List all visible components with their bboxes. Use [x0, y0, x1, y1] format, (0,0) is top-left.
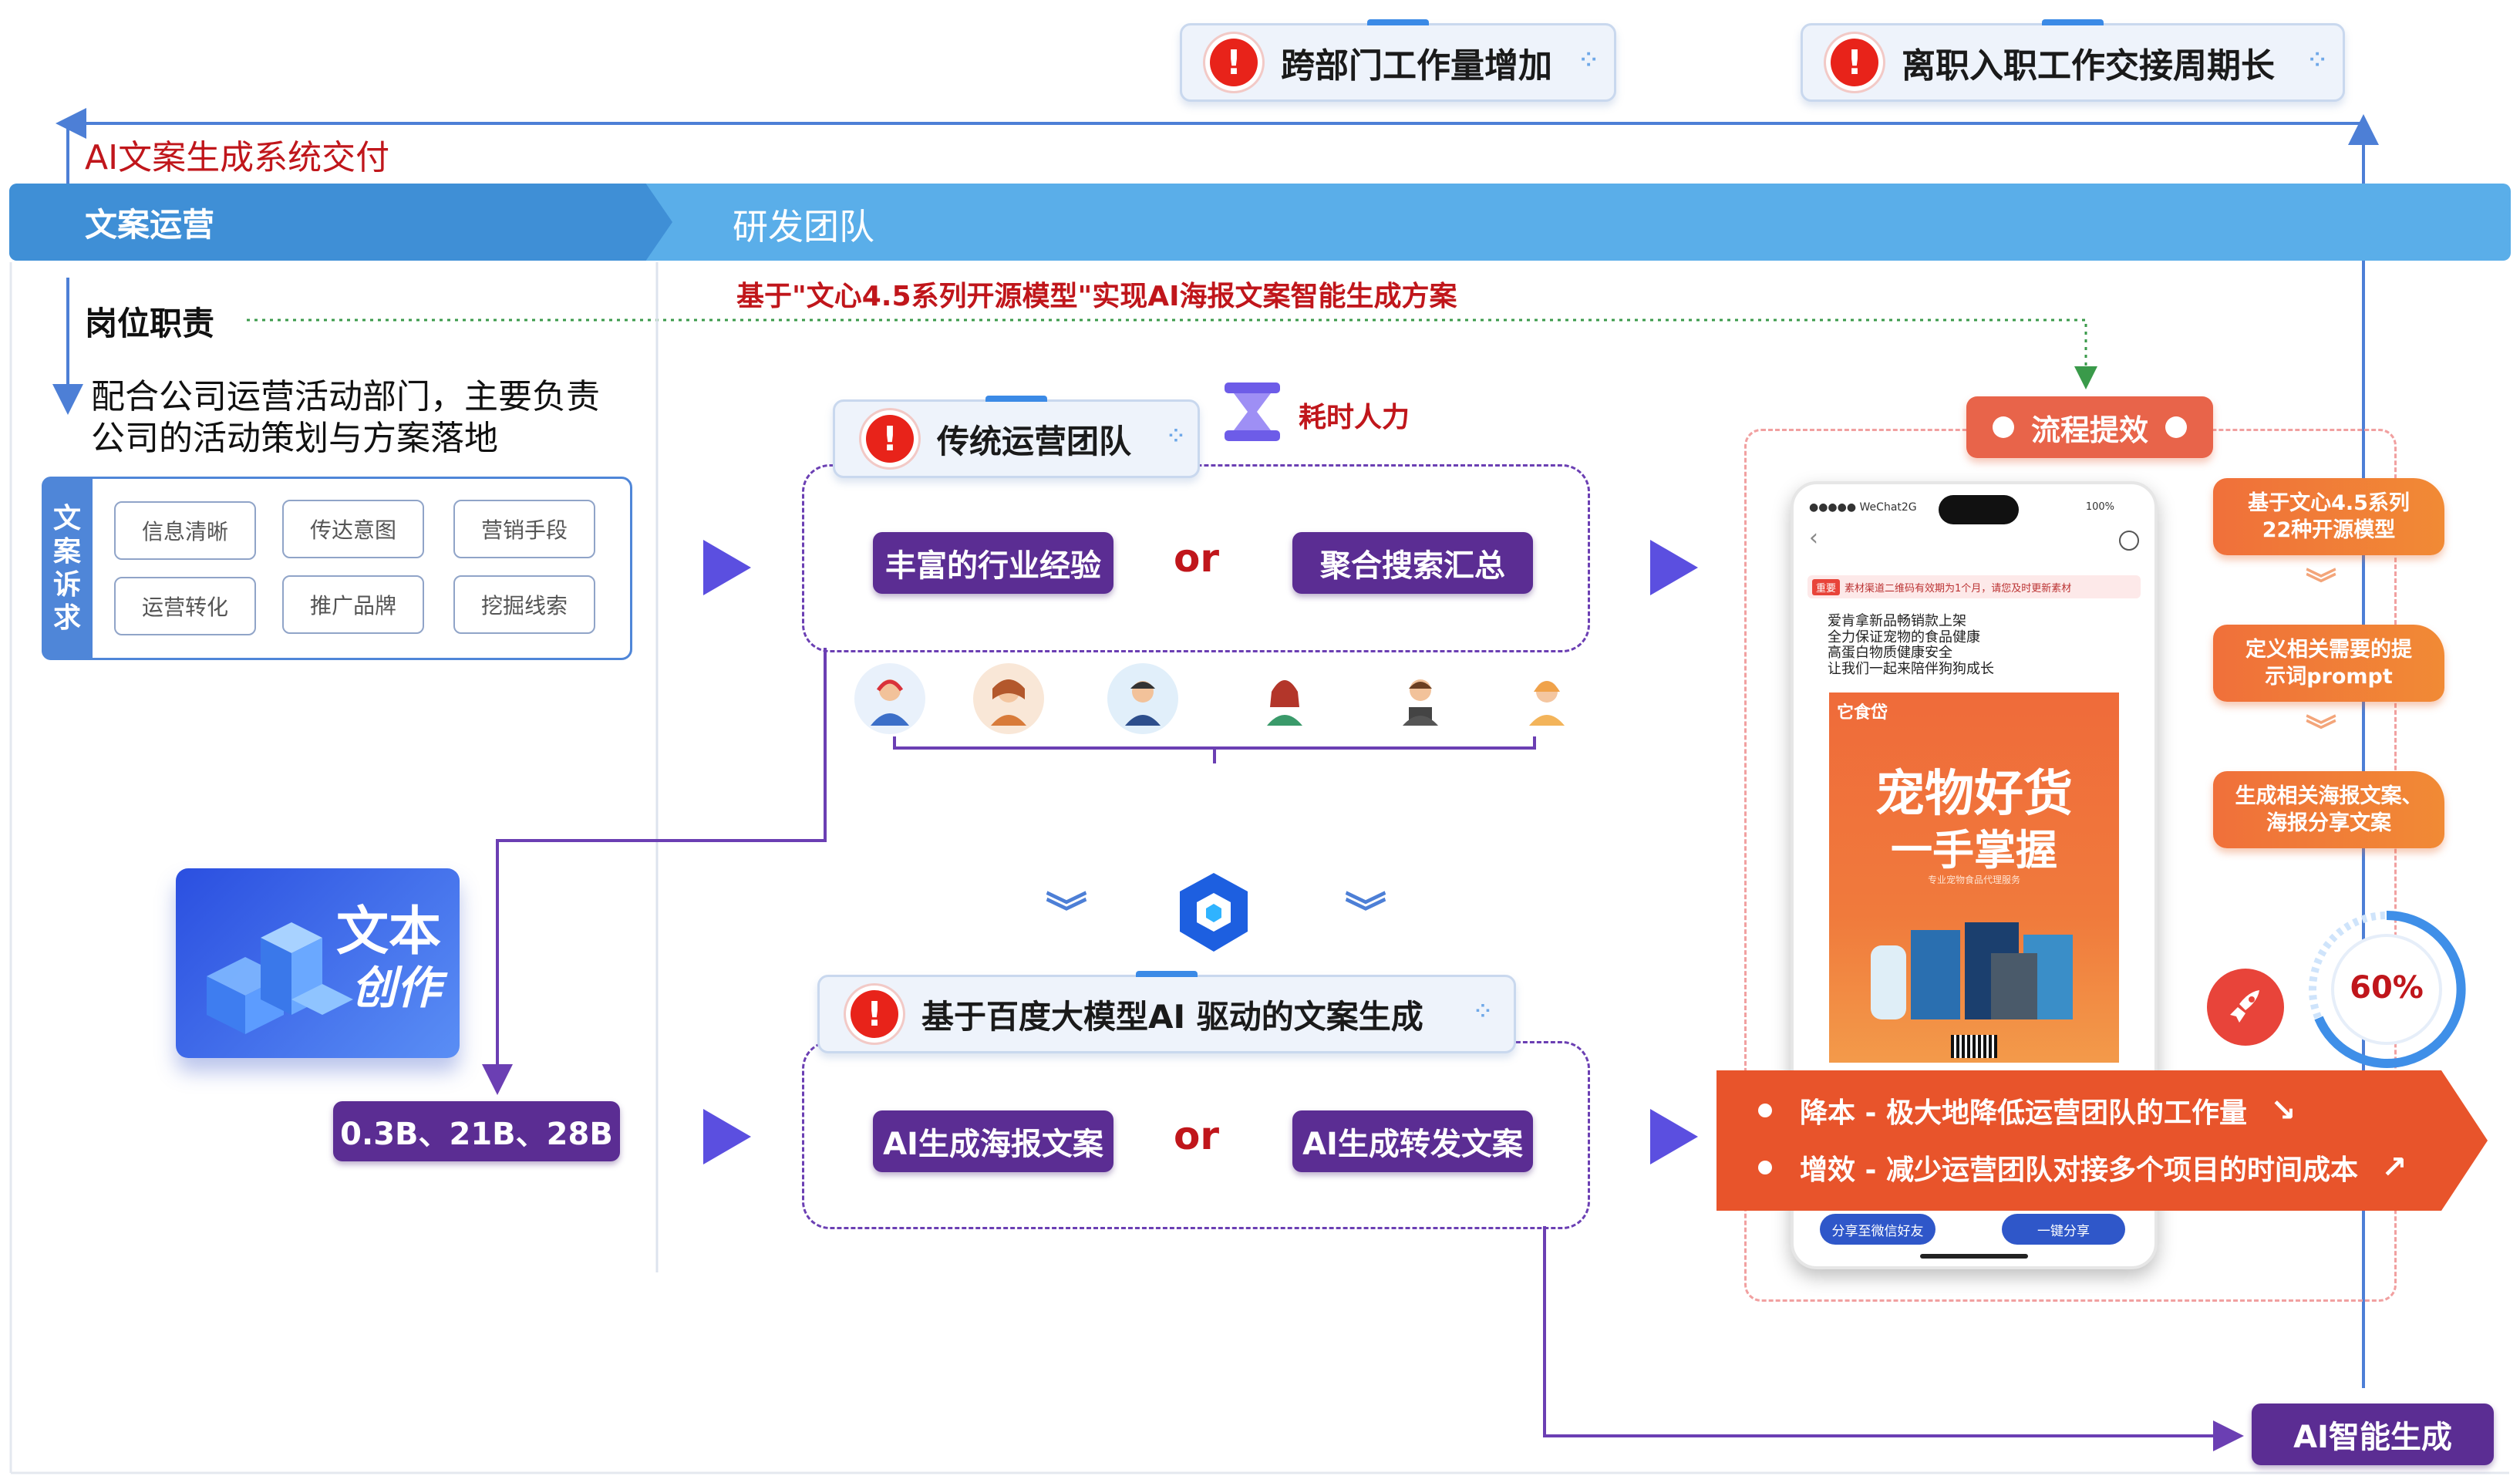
phone-notch [1939, 495, 2019, 524]
bullet-item: 高蛋白物质健康安全 [1828, 645, 1952, 662]
arrow-right-icon [1650, 1109, 1698, 1164]
benefit-text: 增效 - 减少运营团队对接多个项目的时间成本 [1800, 1154, 2359, 1186]
poster-brand: 它食岱 [1837, 703, 1888, 723]
solution-title: 基于"文心4.5系列开源模型"实现AI海报文案智能生成方案 [736, 281, 1457, 312]
demand-tag: 营销手段 [453, 500, 595, 558]
duty-title: 岗位职责 [85, 305, 215, 342]
demand-tag: 运营转化 [114, 577, 256, 635]
qr-code-icon [1951, 1035, 1997, 1058]
or-label: or [1174, 1114, 1220, 1158]
bullet-dot-icon [1758, 1104, 1772, 1117]
notice-tag: 重要 [1812, 578, 1841, 595]
tab-accent-bar [1136, 971, 1198, 977]
poster-line2: 一手掌握 [1891, 826, 2057, 874]
poster: 它食岱 宠物好货 一手掌握 专业宠物食品代理服务 [1829, 693, 2119, 1063]
text-creation-line2: 创作 [351, 962, 441, 1014]
efficiency-title: 流程提效 [2030, 413, 2148, 447]
duty-desc-2: 公司的活动策划与方案落地 [91, 419, 498, 458]
demand-tag: 传达意图 [282, 500, 424, 558]
ai-result-badge: AI智能生成 [2252, 1404, 2494, 1465]
bullet-item: 全力保证宠物的食品健康 [1828, 628, 1980, 645]
dots-icon: ⁘ [1474, 1000, 1491, 1022]
benefit-row-cost: 降本 - 极大地降低运营团队的工作量 ↘ [1758, 1090, 2296, 1131]
ai-flow-tab: ! 基于百度大模型AI 驱动的文案生成 ⁘ [817, 971, 1516, 1053]
dot-icon [1992, 416, 2014, 438]
step-card: 基于文心4.5系列 22种开源模型 [2213, 478, 2444, 555]
chevron-down-icon: ︾ [1046, 888, 1087, 937]
model-sizes-badge: 0.3B、21B、28B [333, 1101, 620, 1161]
avatars-bracket [893, 736, 1536, 763]
avatar [1249, 663, 1320, 734]
notice-bar: 重要 素材渠道二维码有效期为1个月，请您及时更新素材 [1807, 575, 2141, 598]
bullet-list: 爱肯拿新品畅销款上架 全力保证宠物的食品健康 高蛋白物质健康安全 让我们一起来陪… [1828, 613, 1994, 678]
home-indicator [1920, 1254, 2028, 1259]
text-creation-card: 文本 创作 [176, 868, 460, 1058]
header-left-label: 文案运营 [85, 206, 215, 244]
avatar [973, 663, 1044, 734]
traditional-to-models [482, 648, 827, 1095]
step-card: 生成相关海报文案、 海报分享文案 [2213, 771, 2444, 848]
warning-icon: ! [851, 990, 898, 1038]
tab-accent-bar [985, 396, 1047, 402]
poster-line1: 宠物好货 [1875, 766, 2073, 823]
delivery-label: AI文案生成系统交付 [85, 138, 390, 177]
dots-icon: ⁘ [1167, 425, 1184, 447]
avatar [854, 663, 925, 734]
trend-down-icon: ↘ [2270, 1093, 2296, 1128]
ai-flow-title: 基于百度大模型AI 驱动的文案生成 [921, 997, 1423, 1036]
side-char: 文 [52, 502, 81, 534]
notice-text: 素材渠道二维码有效期为1个月，请您及时更新素材 [1845, 582, 2072, 595]
dot-icon [2165, 416, 2187, 438]
product-image [1860, 899, 2091, 1023]
chevron-down-icon: ︾ [2306, 713, 2336, 749]
avatar [1385, 663, 1456, 734]
demand-tag: 推广品牌 [282, 575, 424, 634]
aggregate-search-pill: 聚合搜索汇总 [1292, 532, 1533, 594]
progress-gauge: 60% [2298, 901, 2475, 1078]
hourglass-icon [1217, 376, 1288, 447]
side-char: 求 [52, 602, 81, 635]
or-label: or [1174, 536, 1220, 581]
avatar [1107, 663, 1178, 734]
model-cube-icon [1175, 870, 1252, 955]
share-friend-button[interactable]: 分享至微信好友 [1820, 1214, 1935, 1245]
avatar [1511, 663, 1582, 734]
side-char: 案 [52, 535, 81, 568]
bullet-item: 让我们一起来陪伴狗狗成长 [1828, 661, 1994, 678]
arrow-right-icon [703, 540, 751, 595]
phone-battery: 100% [2085, 501, 2114, 513]
demand-tag: 信息清晰 [114, 501, 256, 560]
ai-forward-copy-pill: AI生成转发文案 [1292, 1110, 1533, 1172]
arrow-right-icon [703, 1109, 751, 1164]
one-click-share-button[interactable]: 一键分享 [2002, 1214, 2125, 1245]
ai-poster-copy-pill: AI生成海报文案 [873, 1110, 1113, 1172]
warning-icon: ! [866, 415, 914, 463]
demand-tag: 挖掘线索 [453, 575, 595, 634]
step-card: 定义相关需要的提 示词prompt [2213, 625, 2444, 702]
benefit-row-efficiency: 增效 - 减少运营团队对接多个项目的时间成本 ↗ [1758, 1147, 2407, 1188]
cost-label: 耗时人力 [1299, 402, 1410, 433]
side-char: 诉 [52, 569, 81, 601]
chevron-down-icon: ︾ [1345, 888, 1386, 937]
more-icon [2119, 531, 2139, 551]
back-icon: ‹ [1809, 524, 1818, 551]
chevron-down-icon: ︾ [2306, 567, 2336, 602]
rocket-icon [2207, 969, 2284, 1046]
efficiency-title-tab: 流程提效 [1966, 396, 2213, 458]
phone-carrier: ●●●●● WeChat2G [1809, 501, 1917, 514]
bullet-item: 爱肯拿新品畅销款上架 [1828, 613, 1966, 629]
bullet-dot-icon [1758, 1161, 1772, 1174]
trend-up-icon: ↗ [2381, 1150, 2407, 1185]
arrow-right-icon [1650, 540, 1698, 595]
header-right-label: 研发团队 [733, 206, 874, 248]
demands-side-label: 文 案 诉 求 [42, 477, 93, 660]
traditional-team-title: 传统运营团队 [937, 422, 1132, 460]
poster-sub: 专业宠物食品代理服务 [1927, 874, 2020, 885]
benefit-text: 降本 - 极大地降低运营团队的工作量 [1800, 1097, 2248, 1129]
industry-experience-pill: 丰富的行业经验 [873, 532, 1113, 594]
traditional-team-tab: ! 传统运营团队 ⁘ [833, 396, 1200, 478]
gauge-value: 60% [2350, 970, 2424, 1006]
